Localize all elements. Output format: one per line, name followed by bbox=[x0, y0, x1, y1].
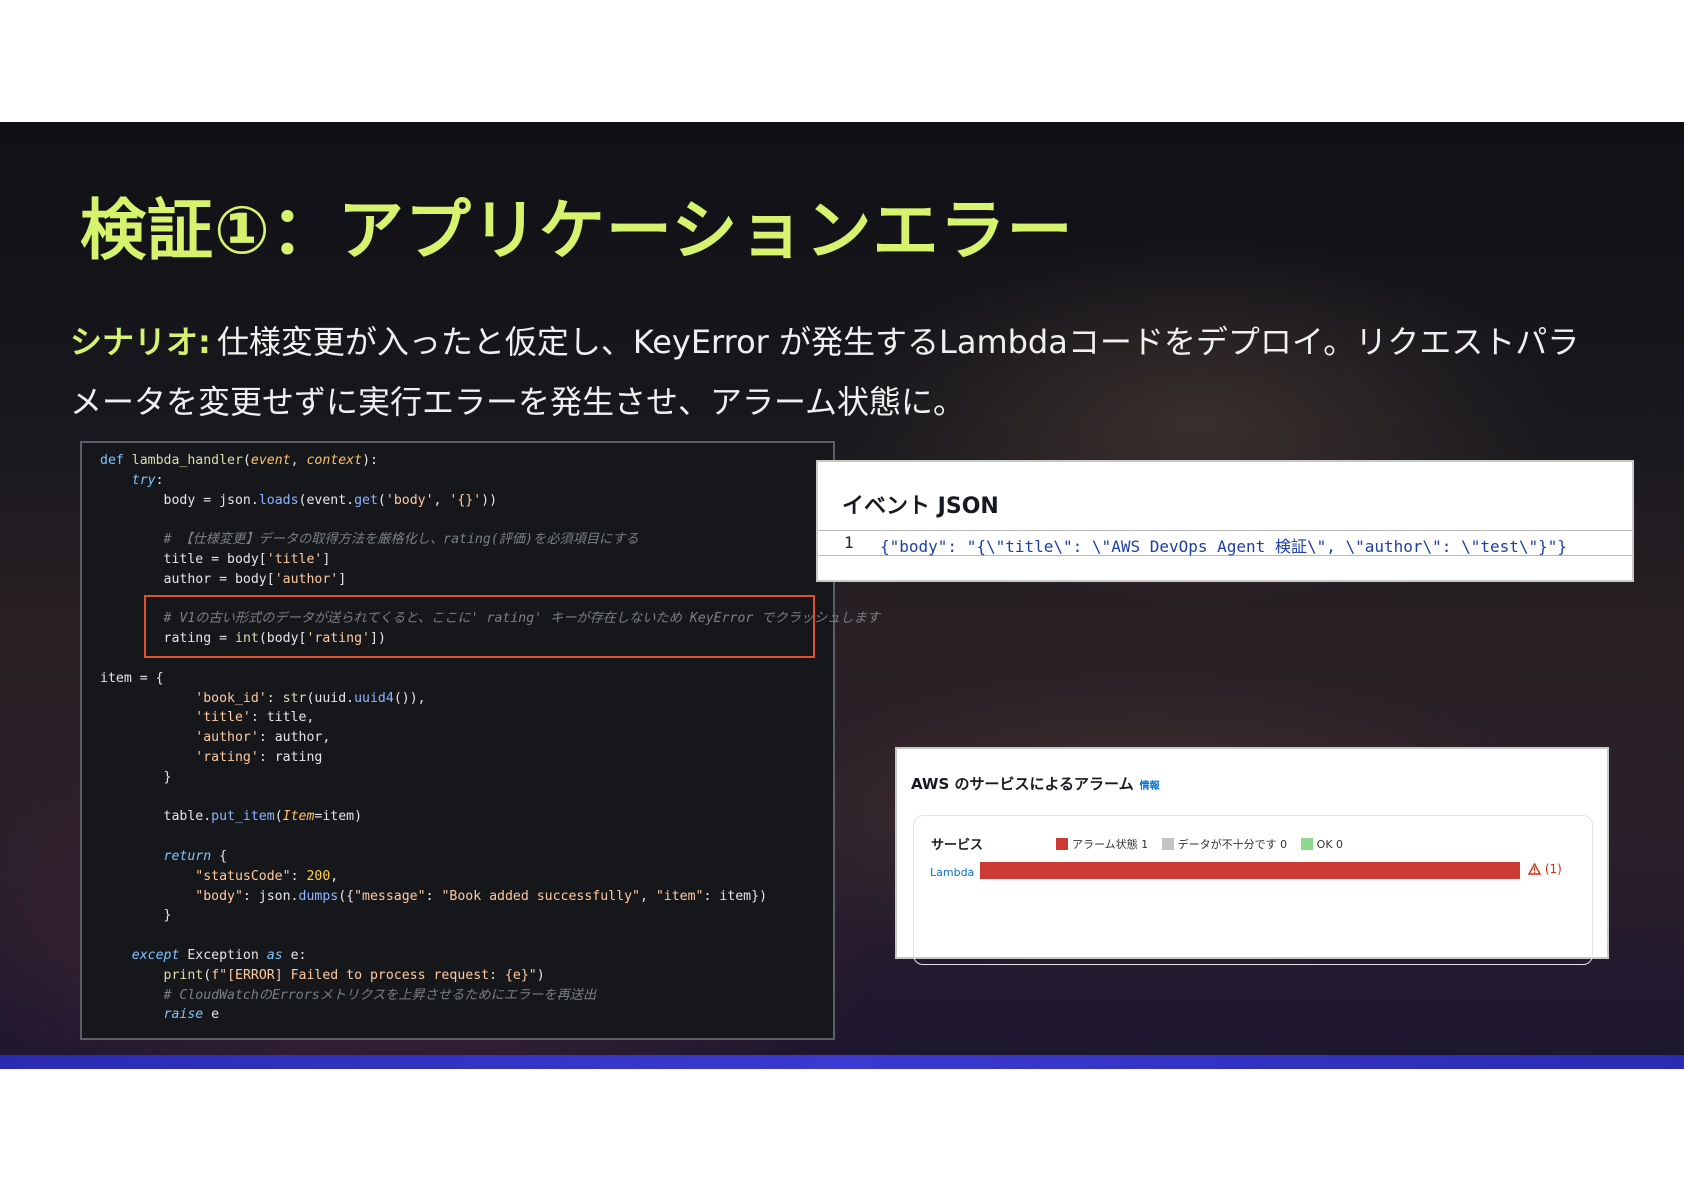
slide: 検証①：アプリケーションエラー シナリオ: 仕様変更が入ったと仮定し、KeyErr… bbox=[0, 122, 1684, 1069]
alarm-heading: AWS のサービスによるアラーム 情報 bbox=[911, 775, 1160, 793]
code-line: 'rating': rating bbox=[195, 749, 323, 765]
lambda-link[interactable]: Lambda bbox=[930, 866, 974, 879]
code-line: except Exception as e: bbox=[131, 947, 307, 963]
code-line: } bbox=[163, 908, 172, 924]
line-number: 1 bbox=[844, 533, 854, 552]
code-panel: def lambda_handler(event, context): try:… bbox=[80, 441, 880, 1040]
event-json-content[interactable]: {"body": "{\"title\": \"AWS DevOps Agent… bbox=[880, 533, 1567, 557]
legend-item: アラーム状態 1 bbox=[1056, 838, 1148, 851]
code-line: raise e bbox=[163, 1007, 220, 1023]
legend-item: データが不十分です 0 bbox=[1161, 838, 1287, 851]
code-line: try: bbox=[131, 472, 164, 488]
scenario-label: シナリオ: bbox=[70, 323, 211, 361]
code-line: table.put_item(Item=item) bbox=[163, 809, 363, 825]
event-json-editor[interactable]: 1 {"body": "{\"title\": \"AWS DevOps Age… bbox=[818, 530, 1632, 556]
alarm-legend: アラーム状態 1 データが不十分です 0 OK 0 bbox=[1056, 836, 1353, 852]
code-line: def lambda_handler(event, context): bbox=[100, 453, 378, 468]
legend-item: OK 0 bbox=[1300, 838, 1343, 851]
code-line: print(f"[ERROR] Failed to process reques… bbox=[163, 967, 545, 983]
code-line: # 【仕様変更】データの取得方法を厳格化し、rating(評価)を必須項目にする bbox=[163, 532, 639, 548]
highlight-box bbox=[144, 595, 815, 658]
legend-swatch bbox=[1161, 838, 1174, 850]
code-line: "statusCode": 200, bbox=[195, 868, 339, 884]
alarm-chart: サービス アラーム状態 1 データが不十分です 0 OK 0 Lambda (1… bbox=[913, 815, 1593, 965]
code-line: # CloudWatchのErrorsメトリクスを上昇させるためにエラーを再送出 bbox=[163, 987, 597, 1003]
legend-swatch bbox=[1300, 838, 1313, 850]
event-json-title: イベント JSON bbox=[842, 494, 999, 519]
code-line: author = body['author'] bbox=[163, 571, 347, 587]
code-line: 'title': title, bbox=[195, 710, 315, 726]
service-label: サービス bbox=[931, 838, 984, 853]
event-json-panel: イベント JSON 1 {"body": "{\"title\": \"AWS … bbox=[816, 460, 1634, 582]
code-line: } bbox=[163, 769, 172, 785]
code-line: 'author': author, bbox=[195, 730, 331, 746]
info-link[interactable]: 情報 bbox=[1140, 781, 1160, 792]
code-line: return { bbox=[163, 848, 228, 864]
legend-swatch bbox=[1056, 838, 1068, 850]
alarm-count[interactable]: (1) bbox=[1527, 862, 1562, 876]
alarm-panel: AWS のサービスによるアラーム 情報 サービス アラーム状態 1 データが不十分… bbox=[895, 747, 1609, 965]
code-line: 'book_id': str(uuid.uuid4()), bbox=[195, 690, 426, 706]
scenario-text: シナリオ: 仕様変更が入ったと仮定し、KeyError が発生するLambdaコー… bbox=[70, 312, 1610, 432]
code-line: body = json.loads(event.get('body', '{}'… bbox=[163, 492, 498, 508]
alarm-bar[interactable] bbox=[980, 862, 1520, 879]
scenario-body: 仕様変更が入ったと仮定し、KeyError が発生するLambdaコードをデプロ… bbox=[70, 323, 1580, 421]
code-line: title = body['title'] bbox=[163, 551, 331, 567]
warning-icon bbox=[1527, 862, 1542, 875]
code-line: "body": json.dumps({"message": "Book add… bbox=[195, 888, 768, 904]
slide-title: 検証①：アプリケーションエラー bbox=[80, 192, 1074, 269]
code-line: item = { bbox=[100, 670, 164, 686]
